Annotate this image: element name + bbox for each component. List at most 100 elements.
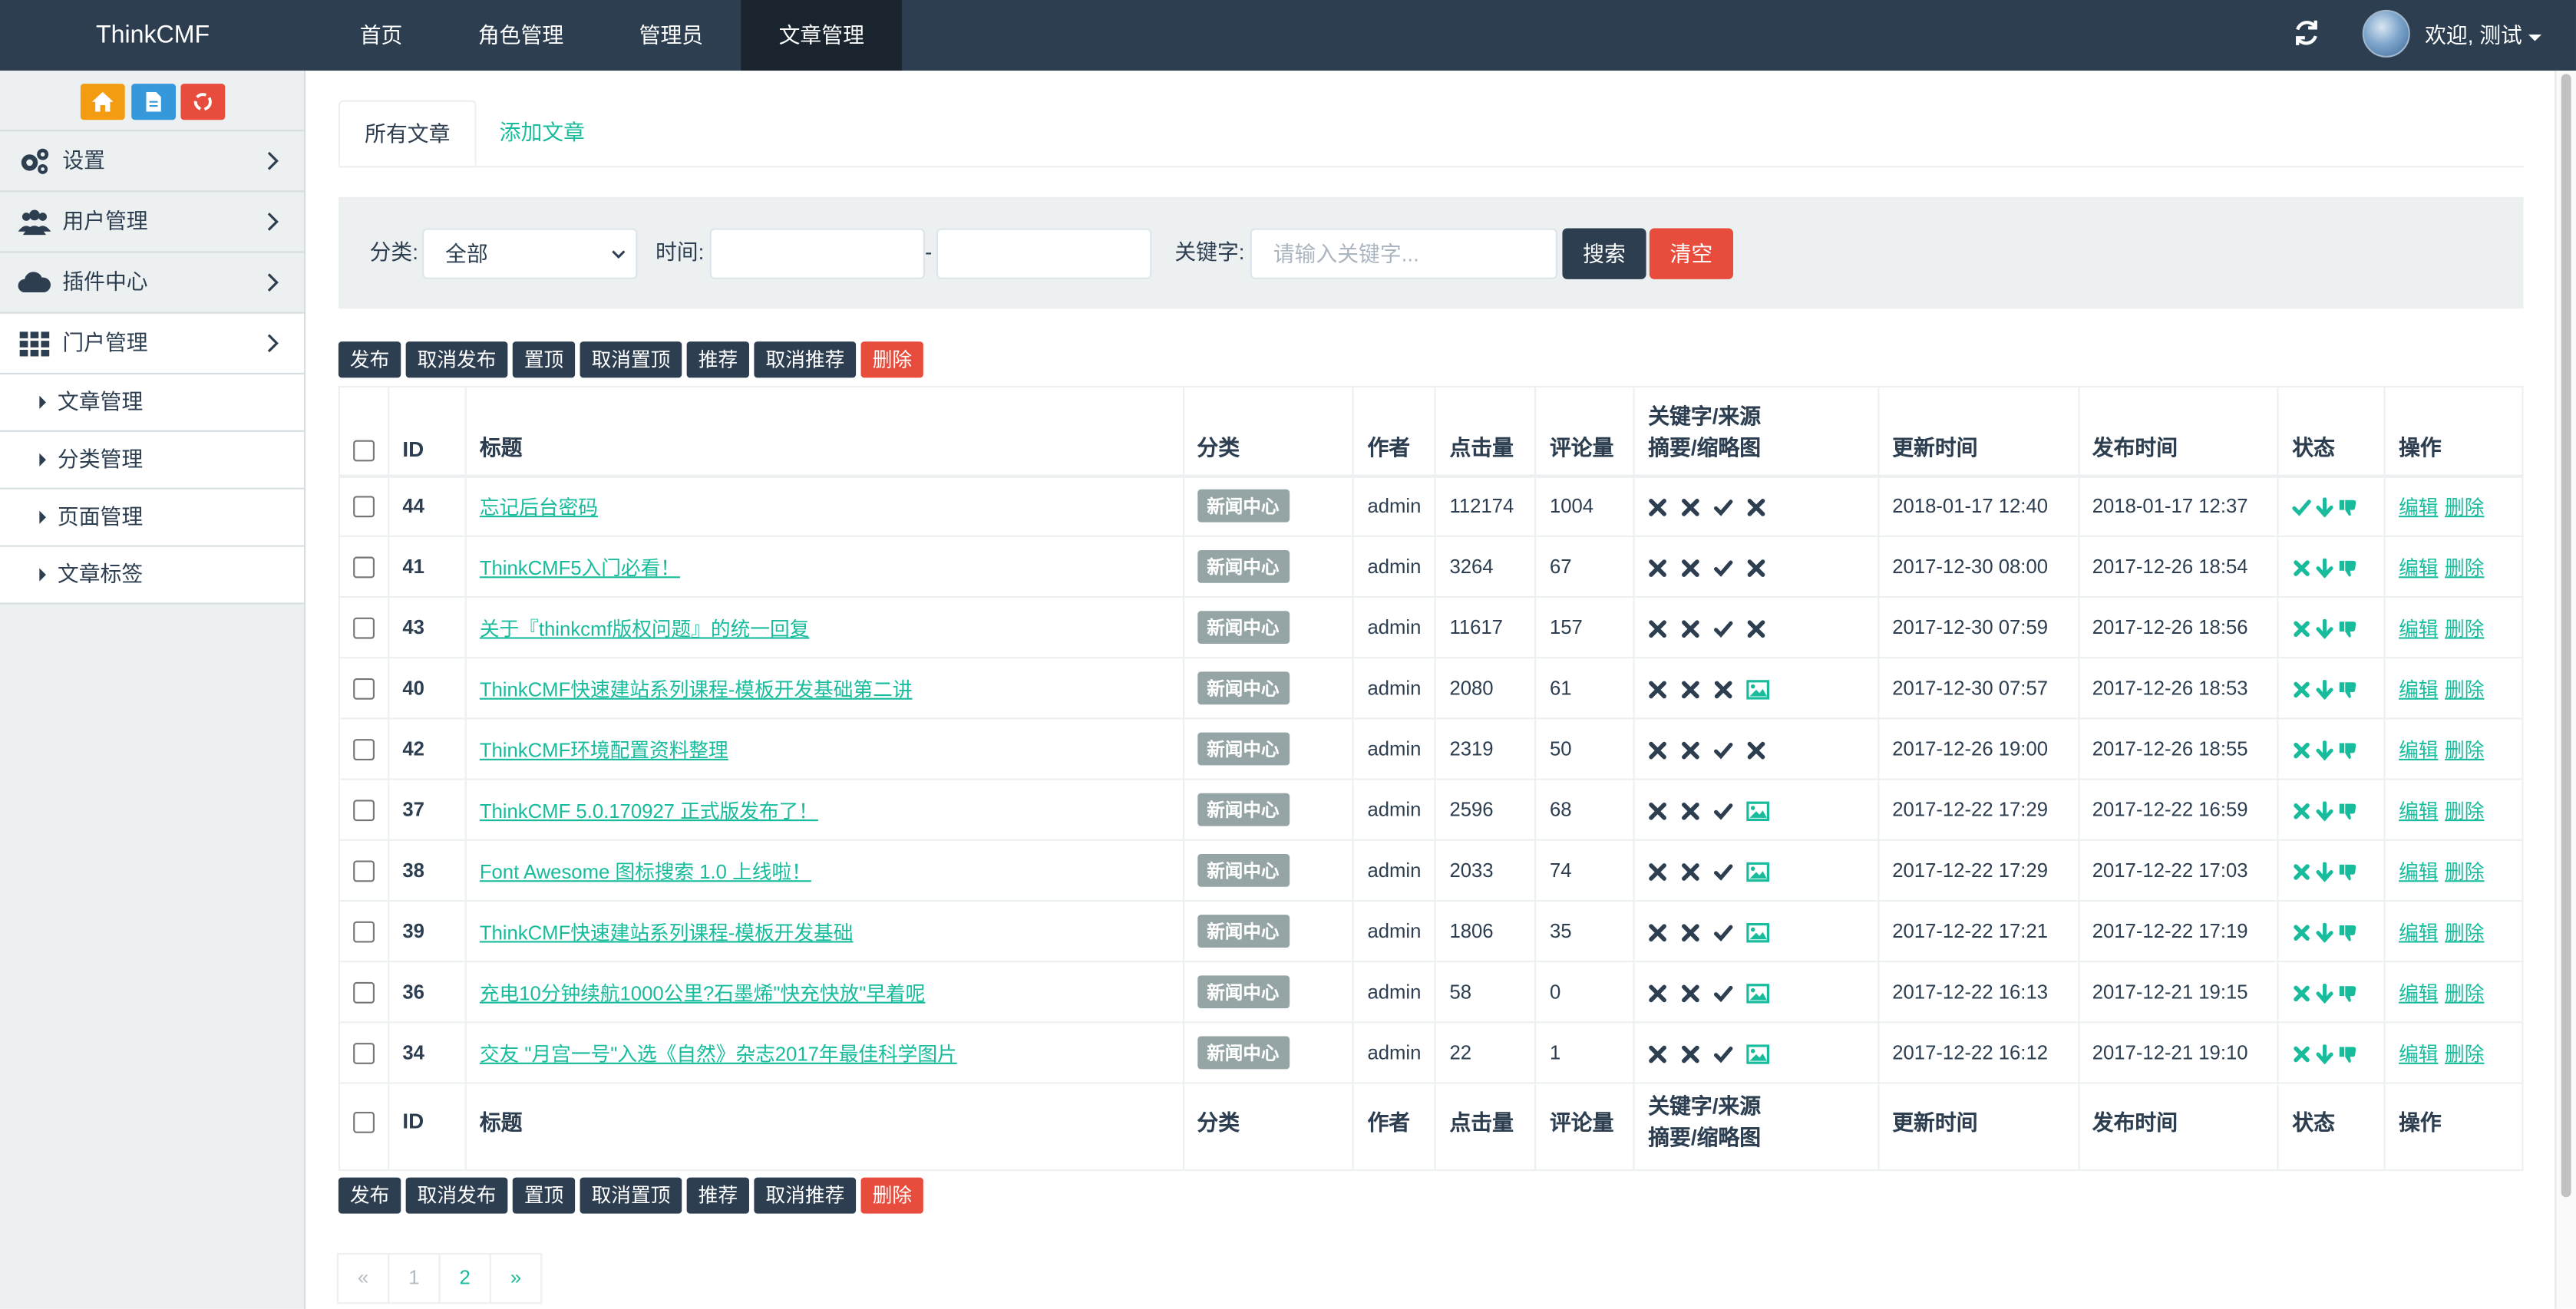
article-title-link[interactable]: ThinkCMF5入门必看！ [480, 556, 680, 579]
article-title-link[interactable]: 关于『thinkcmf版权问题』的统一回复 [480, 617, 810, 640]
row-checkbox[interactable] [353, 922, 375, 943]
nav-home[interactable]: 首页 [322, 0, 440, 71]
edit-link[interactable]: 编辑 [2399, 859, 2438, 882]
edit-link[interactable]: 编辑 [2399, 981, 2438, 1004]
nav-article-management[interactable]: 文章管理 [741, 0, 903, 71]
recycle-shortcut-button[interactable] [180, 84, 226, 120]
unpin-button[interactable]: 取消置顶 [580, 1177, 682, 1214]
times-icon [1682, 559, 1700, 577]
edit-link[interactable]: 编辑 [2399, 799, 2438, 822]
file-shortcut-button[interactable] [131, 84, 177, 120]
article-title-link[interactable]: Font Awesome 图标搜索 1.0 上线啦！ [480, 859, 811, 882]
sidebar-item-portal-management[interactable]: 门户管理 [0, 313, 304, 374]
delete-link[interactable]: 删除 [2445, 981, 2484, 1004]
delete-link[interactable]: 删除 [2445, 799, 2484, 822]
tab-add-article[interactable]: 添加文章 [475, 101, 610, 167]
pin-button[interactable]: 置顶 [512, 341, 576, 378]
row-select-cell [338, 961, 390, 1024]
article-title-link[interactable]: ThinkCMF环境配置资料整理 [480, 738, 728, 761]
article-title-link[interactable]: 忘记后台密码 [480, 496, 598, 519]
delete-link[interactable]: 删除 [2445, 617, 2484, 640]
page-1[interactable]: 1 [388, 1253, 441, 1304]
category-select[interactable]: 全部 [422, 228, 638, 279]
unrecommend-button[interactable]: 取消推荐 [754, 341, 857, 378]
article-title-link[interactable]: ThinkCMF快速建站系列课程-模板开发基础 [480, 921, 854, 944]
select-all-checkbox[interactable] [353, 439, 375, 461]
sidebar-subitem-article-tags[interactable]: 文章标签 [0, 546, 304, 605]
row-checkbox[interactable] [353, 800, 375, 822]
row-checkbox[interactable] [353, 860, 375, 882]
row-checkbox[interactable] [353, 556, 375, 579]
row-checkbox[interactable] [353, 1043, 375, 1065]
unpublish-button[interactable]: 取消发布 [405, 341, 508, 378]
row-checkbox[interactable] [353, 739, 375, 761]
col-id[interactable]: ID [388, 385, 467, 477]
page-2[interactable]: 2 [438, 1253, 491, 1304]
user-avatar[interactable] [2362, 9, 2410, 58]
delete-link[interactable]: 删除 [2445, 496, 2484, 519]
row-checkbox[interactable] [353, 678, 375, 701]
nav-admins[interactable]: 管理员 [601, 0, 741, 71]
delete-link[interactable]: 删除 [2445, 859, 2484, 882]
keyword-input[interactable]: 请输入关键字... [1250, 228, 1558, 279]
scrollbar-thumb[interactable] [2561, 74, 2571, 1198]
article-title-link[interactable]: 交友 "月宫一号"入选《自然》杂志2017年最佳科学图片 [480, 1042, 957, 1065]
article-id: 44 [388, 474, 467, 537]
sidebar-item-user-management[interactable]: 用户管理 [0, 192, 304, 253]
publish-button[interactable]: 发布 [338, 341, 401, 378]
delete-link[interactable]: 删除 [2445, 678, 2484, 701]
edit-link[interactable]: 编辑 [2399, 556, 2438, 579]
edit-link[interactable]: 编辑 [2399, 1042, 2438, 1065]
delete-link[interactable]: 删除 [2445, 1042, 2484, 1065]
end-time-input[interactable] [936, 228, 1152, 279]
sidebar-subitem-category-management[interactable]: 分类管理 [0, 431, 304, 490]
article-title-link[interactable]: 充电10分钟续航1000公里?石墨烯"快充快放"早着呢 [480, 981, 926, 1004]
delete-link[interactable]: 删除 [2445, 738, 2484, 761]
edit-link[interactable]: 编辑 [2399, 678, 2438, 701]
start-time-input[interactable] [709, 228, 925, 279]
hits-cell: 2596 [1435, 778, 1537, 841]
sidebar-item-plugin-center[interactable]: 插件中心 [0, 253, 304, 314]
brand-logo[interactable]: ThinkCMF [0, 0, 305, 71]
user-menu[interactable]: 欢迎, 测试 [2425, 0, 2542, 71]
delete-button[interactable]: 删除 [860, 341, 924, 378]
delete-button[interactable]: 删除 [860, 1177, 924, 1214]
row-checkbox[interactable] [353, 496, 375, 519]
refresh-icon[interactable] [2292, 18, 2322, 48]
unpin-button[interactable]: 取消置顶 [580, 341, 682, 378]
edit-link[interactable]: 编辑 [2399, 496, 2438, 519]
row-checkbox[interactable] [353, 982, 375, 1004]
select-all-checkbox[interactable] [353, 1110, 375, 1133]
edit-link[interactable]: 编辑 [2399, 617, 2438, 640]
articles-table: ID 标题 分类 作者 点击量 评论量 关键字/来源 摘要/缩略图 更新时间 发布… [338, 385, 2524, 1172]
delete-link[interactable]: 删除 [2445, 556, 2484, 579]
nav-role-management[interactable]: 角色管理 [441, 0, 602, 71]
home-shortcut-button[interactable] [80, 84, 125, 120]
unpublish-button[interactable]: 取消发布 [405, 1177, 508, 1214]
publish-button[interactable]: 发布 [338, 1177, 401, 1214]
clear-button[interactable]: 清空 [1649, 228, 1734, 279]
col-id[interactable]: ID [388, 1082, 467, 1172]
recommend-button[interactable]: 推荐 [686, 341, 750, 378]
page-scrollbar[interactable] [2555, 71, 2576, 1309]
page-next[interactable]: » [489, 1253, 543, 1304]
operations-cell: 编辑 删除 [2383, 899, 2524, 963]
page-prev[interactable]: « [336, 1253, 390, 1304]
article-title-link[interactable]: ThinkCMF 5.0.170927 正式版发布了！ [480, 799, 818, 822]
category-cell: 新闻中心 [1182, 899, 1355, 963]
tab-all-articles[interactable]: 所有文章 [338, 100, 477, 167]
article-title-link[interactable]: ThinkCMF快速建站系列课程-模板开发基础第二讲 [480, 678, 913, 701]
sidebar-subitem-article-management[interactable]: 文章管理 [0, 374, 304, 432]
unrecommend-button[interactable]: 取消推荐 [754, 1177, 857, 1214]
delete-link[interactable]: 删除 [2445, 921, 2484, 944]
status-cell [2277, 778, 2386, 841]
edit-link[interactable]: 编辑 [2399, 738, 2438, 761]
recommend-button[interactable]: 推荐 [686, 1177, 750, 1214]
sidebar-item-settings[interactable]: 设置 [0, 131, 304, 193]
sidebar-subitem-page-management[interactable]: 页面管理 [0, 489, 304, 547]
search-button[interactable]: 搜索 [1562, 228, 1646, 279]
edit-link[interactable]: 编辑 [2399, 921, 2438, 944]
table-row: 34 交友 "月宫一号"入选《自然》杂志2017年最佳科学图片 新闻中心 admin 2… [338, 1021, 2524, 1084]
row-checkbox[interactable] [353, 618, 375, 639]
pin-button[interactable]: 置顶 [512, 1177, 576, 1214]
